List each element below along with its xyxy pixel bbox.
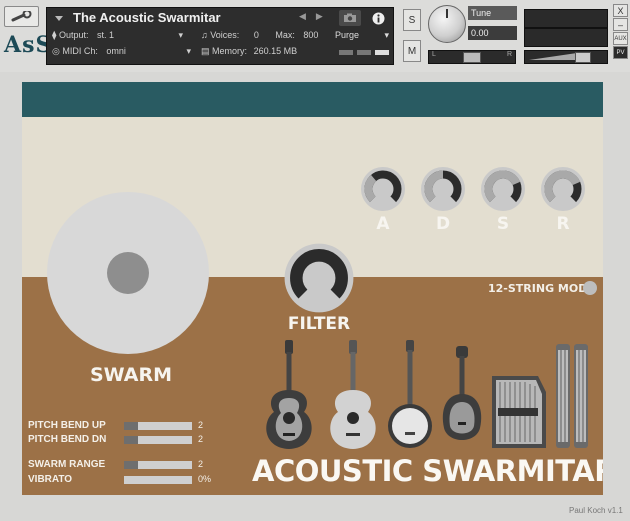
vibrato-value: 0%: [198, 474, 212, 484]
filter-knob[interactable]: [283, 242, 355, 314]
sustain-knob[interactable]: [480, 166, 526, 212]
memory-readout: ▤ Memory: 260.15 MB: [201, 46, 298, 56]
purge-indicators: [339, 50, 389, 55]
swarm-range-label: SWARM RANGE: [28, 459, 106, 470]
dropdown-arrow-icon: ▾: [384, 30, 389, 40]
info-icon[interactable]: [367, 10, 389, 26]
pitch-bend-dn-label: PITCH BEND DN: [28, 434, 107, 445]
instrument-panel: SWARM A D S R FILTER 12-STRING MODE PITC…: [22, 82, 603, 495]
midi-channel-selector[interactable]: ◎ MIDI Ch: omni ▾: [52, 46, 191, 57]
swarm-range-value: 2: [198, 459, 204, 469]
decay-label: D: [435, 214, 451, 234]
voices-readout: ♫ Voices: 0 Max: 800: [201, 30, 319, 40]
swarm-pad[interactable]: [47, 192, 209, 354]
pitch-bend-up-value: 2: [198, 420, 204, 430]
output-icon: ⧫: [52, 30, 57, 40]
wrench-icon: [11, 10, 31, 21]
credit-text: Paul Koch v1.1: [569, 506, 623, 515]
pan-slider[interactable]: L R: [428, 50, 516, 64]
pv-button[interactable]: PV: [613, 46, 628, 59]
pitch-bend-dn-slider[interactable]: [124, 436, 192, 444]
brand-title: ACOUSTIC SWARMITAR: [252, 454, 603, 488]
level-meter-left: [524, 9, 608, 28]
filter-label: FILTER: [287, 314, 351, 334]
voices-icon: ♫: [201, 30, 208, 40]
swarm-pad-handle[interactable]: [107, 252, 149, 294]
attack-knob[interactable]: [360, 166, 406, 212]
level-meter-right: [524, 28, 608, 47]
mandolin-icon[interactable]: [436, 338, 488, 452]
banjo-icon[interactable]: [384, 338, 436, 452]
instrument-name[interactable]: The Acoustic Swarmitar: [73, 10, 221, 25]
snapshot-camera-icon[interactable]: [339, 10, 361, 26]
twelve-string-mode-toggle[interactable]: [583, 281, 597, 295]
preset-nav-arrows-icon[interactable]: ◀▶: [299, 12, 333, 22]
twelve-string-mode-label: 12-STRING MODE: [488, 282, 595, 295]
volume-slider[interactable]: [524, 50, 608, 64]
autoharp-icon[interactable]: [488, 372, 548, 452]
decay-knob[interactable]: [420, 166, 466, 212]
acoustic-guitar-sunburst-icon[interactable]: [258, 338, 320, 452]
output-selector[interactable]: ⧫ Output: st. 1 ▾: [52, 30, 183, 41]
kontakt-header: AꜱS The Acoustic Swarmitar ◀▶ ⧫ Output: …: [0, 0, 630, 72]
vibrato-label: VIBRATO: [28, 474, 73, 485]
pitch-bend-up-label: PITCH BEND UP: [28, 420, 106, 431]
double-neck-dulcimer-icon[interactable]: [552, 338, 592, 452]
tune-value[interactable]: 0.00: [468, 26, 517, 40]
wrench-button[interactable]: [4, 6, 39, 27]
decay-control: D: [420, 166, 466, 236]
vibrato-slider[interactable]: [124, 476, 192, 484]
purge-dropdown[interactable]: Purge ▾: [335, 30, 391, 44]
sustain-label: S: [496, 214, 510, 234]
mute-button[interactable]: M: [403, 40, 421, 62]
dropdown-arrow-icon: ▾: [178, 30, 184, 40]
pitch-bend-dn-value: 2: [198, 434, 204, 444]
swarm-range-slider[interactable]: [124, 461, 192, 469]
close-button[interactable]: X: [613, 4, 628, 17]
minimize-button[interactable]: –: [613, 18, 628, 31]
filter-control: FILTER: [283, 242, 355, 338]
release-label: R: [556, 214, 570, 234]
top-banner: [22, 82, 603, 117]
pitch-bend-up-slider[interactable]: [124, 422, 192, 430]
solo-button[interactable]: S: [403, 9, 421, 31]
dropdown-arrow-icon: ▾: [186, 46, 191, 56]
instrument-menu-arrow-icon[interactable]: [55, 16, 63, 21]
memory-icon: ▤: [201, 46, 210, 56]
midi-icon: ◎: [52, 46, 60, 56]
instrument-info-panel: The Acoustic Swarmitar ◀▶ ⧫ Output: st. …: [46, 7, 394, 65]
attack-label: A: [376, 214, 390, 234]
pan-handle[interactable]: [463, 52, 481, 63]
acoustic-guitar-natural-icon[interactable]: [322, 338, 384, 452]
sustain-control: S: [480, 166, 526, 236]
attack-control: A: [360, 166, 406, 236]
release-knob[interactable]: [540, 166, 586, 212]
tune-label: Tune: [468, 6, 517, 20]
volume-handle[interactable]: [575, 52, 591, 63]
tune-knob[interactable]: [428, 5, 466, 43]
swarm-label: SWARM: [90, 364, 173, 386]
aux-button[interactable]: AUX: [613, 32, 628, 45]
release-control: R: [540, 166, 586, 236]
